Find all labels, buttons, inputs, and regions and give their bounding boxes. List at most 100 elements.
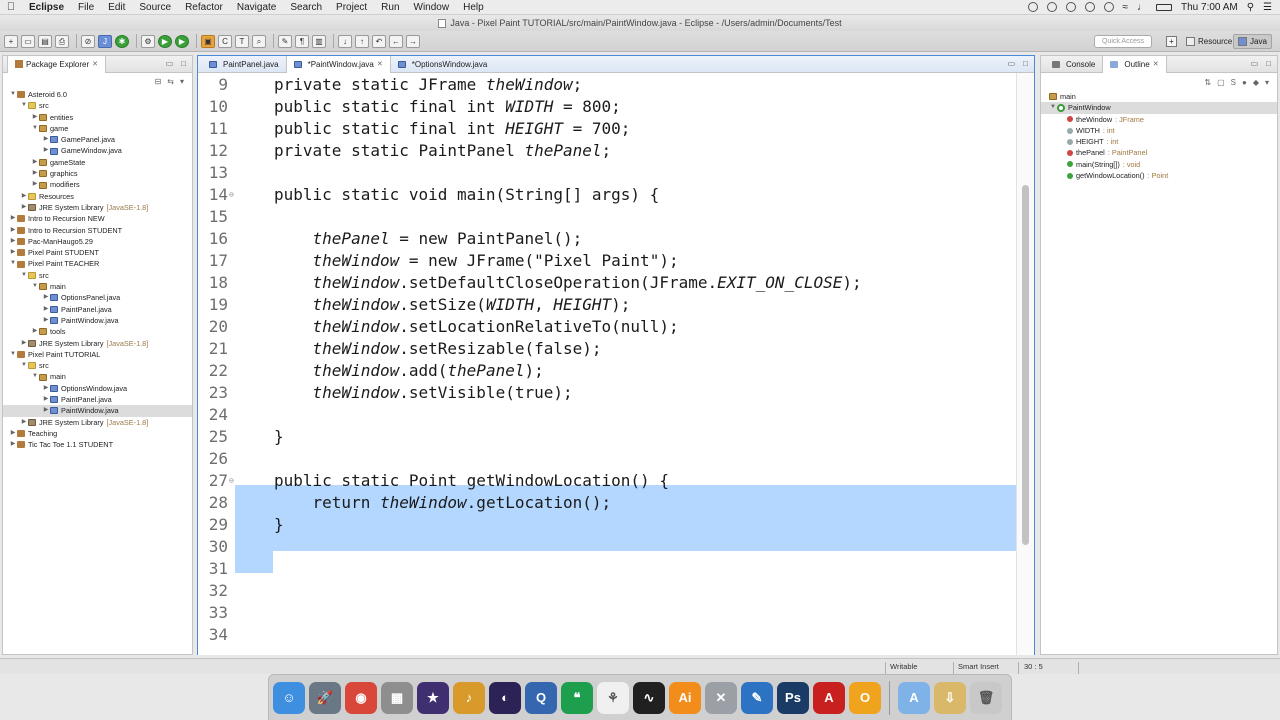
collapsed-arrow-icon[interactable]: ▶ — [20, 191, 28, 202]
tree-item[interactable]: ▶ gameState — [3, 157, 192, 168]
fold-toggle-icon[interactable]: ⊖ — [229, 190, 237, 199]
close-icon[interactable]: ✕ — [377, 56, 383, 73]
tree-item[interactable]: ▼ src — [3, 270, 192, 281]
tree-item[interactable]: ▶ JRE System Library [JavaSE-1.8] — [3, 202, 192, 213]
new-package-icon[interactable]: ▣ — [201, 34, 215, 48]
close-icon[interactable]: ✕ — [1153, 56, 1159, 73]
tree-item[interactable]: ▼ Asteroid 6.0 — [3, 89, 192, 100]
code-line[interactable]: 20 theWindow.setLocationRelativeTo(null)… — [198, 315, 1016, 337]
tree-item[interactable]: ▶ Tic Tac Toe 1.1 STUDENT — [3, 439, 192, 450]
print-icon[interactable]: ⎙ — [55, 34, 69, 48]
collapsed-arrow-icon[interactable]: ▶ — [9, 213, 17, 224]
tree-item[interactable]: ▶ Intro to Recursion NEW — [3, 213, 192, 224]
code-line[interactable]: 10 public static final int WIDTH = 800; — [198, 95, 1016, 117]
tree-item[interactable]: ▶ OptionsWindow.java — [3, 383, 192, 394]
external-tools-icon[interactable]: ⚙ — [141, 34, 155, 48]
dropbox-icon[interactable] — [1046, 2, 1057, 12]
expanded-arrow-icon[interactable]: ▼ — [9, 258, 17, 269]
collapsed-arrow-icon[interactable]: ▶ — [9, 439, 17, 450]
back-icon[interactable]: ← — [389, 34, 403, 48]
tree-item[interactable]: ▼ game — [3, 123, 192, 134]
toggle-mark-occurrences-icon[interactable]: ✎ — [278, 34, 292, 48]
textedit-icon[interactable]: ✎ — [741, 681, 773, 714]
outlook-icon[interactable]: O — [849, 681, 881, 714]
code-line[interactable]: 22 theWindow.add(thePanel); — [198, 359, 1016, 381]
outline-item[interactable]: ▼ PaintWindow — [1041, 102, 1277, 114]
collapsed-arrow-icon[interactable]: ▶ — [42, 405, 50, 416]
code-line[interactable]: 29} — [198, 513, 1016, 535]
code-line[interactable]: 13 — [198, 161, 1016, 183]
menu-edit[interactable]: Edit — [101, 0, 132, 15]
chrome-icon[interactable]: ◉ — [345, 681, 377, 714]
collapsed-arrow-icon[interactable]: ▶ — [42, 315, 50, 326]
perspective-java[interactable]: Java — [1233, 34, 1272, 49]
photos-icon[interactable]: ⚘ — [597, 681, 629, 714]
downloads-icon[interactable]: ⇩ — [934, 681, 966, 714]
tree-item[interactable]: ▶ Intro to Recursion STUDENT — [3, 225, 192, 236]
tree-item[interactable]: ▶ GamePanel.java — [3, 134, 192, 145]
outline-item[interactable]: getWindowLocation(): Point — [1041, 170, 1277, 181]
collapsed-arrow-icon[interactable]: ▶ — [31, 168, 39, 179]
code-line[interactable]: 27 ⊖ public static Point getWindowLocation… — [198, 469, 1016, 491]
code-line[interactable]: 19 theWindow.setSize(WIDTH, HEIGHT); — [198, 293, 1016, 315]
code-line[interactable]: 18 theWindow.setDefaultCloseOperation(JF… — [198, 271, 1016, 293]
collapsed-arrow-icon[interactable]: ▶ — [42, 304, 50, 315]
quick-access-input[interactable]: Quick Access — [1094, 35, 1152, 48]
collapsed-arrow-icon[interactable]: ▶ — [31, 326, 39, 337]
tree-item[interactable]: ▶ PaintWindow.java — [3, 315, 192, 326]
tree-item[interactable]: ▶ modifiers — [3, 179, 192, 190]
maximize-icon[interactable]: □ — [1023, 59, 1028, 68]
last-edit-location-icon[interactable]: ↶ — [372, 34, 386, 48]
minimize-icon[interactable]: ▭ — [1008, 59, 1016, 68]
illustrator-icon[interactable]: Ai — [669, 681, 701, 714]
expanded-arrow-icon[interactable]: ▼ — [31, 281, 39, 292]
notification-center-icon[interactable]: ☰ — [1263, 2, 1272, 13]
imovie-icon[interactable]: ★ — [417, 681, 449, 714]
code-line[interactable]: 21 theWindow.setResizable(false); — [198, 337, 1016, 359]
hangouts-icon[interactable]: ❝ — [561, 681, 593, 714]
collapsed-arrow-icon[interactable]: ▶ — [9, 236, 17, 247]
scrollbar-thumb[interactable] — [1022, 185, 1029, 545]
forward-icon[interactable]: → — [406, 34, 420, 48]
launchpad-icon[interactable]: 🚀 — [309, 681, 341, 714]
view-menu-icon[interactable]: ▾ — [1265, 78, 1269, 87]
code-line[interactable]: 26 — [198, 447, 1016, 469]
tree-item[interactable]: ▼ main — [3, 281, 192, 292]
collapsed-arrow-icon[interactable]: ▶ — [42, 383, 50, 394]
sync-icon[interactable] — [1027, 2, 1038, 12]
maximize-icon[interactable]: □ — [1266, 59, 1271, 68]
garageband-icon[interactable]: ♪ — [453, 681, 485, 714]
code-line[interactable]: 12 private static PaintPanel thePanel; — [198, 139, 1016, 161]
expanded-arrow-icon[interactable]: ▼ — [20, 270, 28, 281]
battery-icon[interactable] — [1156, 3, 1172, 11]
activity-monitor-icon[interactable]: ∿ — [633, 681, 665, 714]
collapsed-arrow-icon[interactable]: ▶ — [20, 417, 28, 428]
collapsed-arrow-icon[interactable]: ▶ — [31, 179, 39, 190]
acrobat-icon[interactable]: A — [813, 681, 845, 714]
collapsed-arrow-icon[interactable]: ▶ — [42, 394, 50, 405]
record-icon[interactable] — [1065, 2, 1076, 12]
code-line[interactable]: 15 — [198, 205, 1016, 227]
expanded-arrow-icon[interactable]: ▼ — [9, 89, 17, 100]
quicktime-icon[interactable]: Q — [525, 681, 557, 714]
tab-outline[interactable]: Outline ✕ — [1102, 55, 1167, 73]
tree-item[interactable]: ▼ Pixel Paint TEACHER — [3, 258, 192, 269]
calculator-icon[interactable]: ▦ — [381, 681, 413, 714]
tree-item[interactable]: ▼ main — [3, 371, 192, 382]
open-perspective-icon[interactable]: + — [1166, 36, 1177, 47]
code-line[interactable]: 30 — [198, 535, 1016, 557]
tab-editor-file[interactable]: PaintPanel.java — [202, 56, 286, 73]
menu-navigate[interactable]: Navigate — [230, 0, 283, 15]
code-line[interactable]: 25} — [198, 425, 1016, 447]
hide-static-icon[interactable]: S — [1231, 78, 1236, 87]
tree-item[interactable]: ▼ src — [3, 360, 192, 371]
tree-item[interactable]: ▶ JRE System Library [JavaSE-1.8] — [3, 417, 192, 428]
perspective-resource[interactable]: Resource — [1182, 34, 1236, 49]
previous-annotation-icon[interactable]: ↑ — [355, 34, 369, 48]
code-line[interactable]: 14 ⊖ public static void main(String[] args… — [198, 183, 1016, 205]
expanded-arrow-icon[interactable]: ▼ — [31, 371, 39, 382]
tree-item[interactable]: ▼ src — [3, 100, 192, 111]
tree-item[interactable]: ▶ tools — [3, 326, 192, 337]
tree-item[interactable]: ▶ Pixel Paint STUDENT — [3, 247, 192, 258]
tree-item[interactable]: ▶ GameWindow.java — [3, 145, 192, 156]
